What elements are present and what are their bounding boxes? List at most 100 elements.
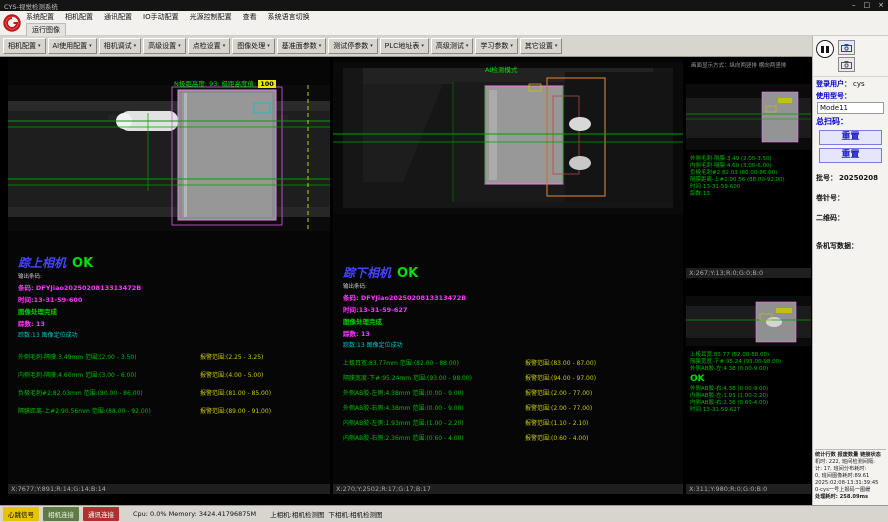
result-line: 时间:13-31-59-600 bbox=[690, 184, 785, 191]
batch-label: 批号： bbox=[816, 173, 837, 183]
dropdown-caret-icon: ▾ bbox=[89, 43, 92, 49]
thumbnail-image-upper[interactable] bbox=[686, 84, 811, 150]
camera-title: 踪上相机 bbox=[18, 254, 66, 271]
timestamp-text: 时间:13-31-59-600 bbox=[18, 294, 327, 304]
thumbnail-image-lower[interactable] bbox=[686, 296, 811, 346]
camera-view-lower[interactable]: AI检测模式 bbox=[333, 58, 683, 494]
statistics-line: 机时: 222, 班间检测间隔: bbox=[815, 459, 886, 466]
pixel-coordinates-upper: X:7677;Y:891;R:14;G:14;B:14 bbox=[8, 484, 330, 494]
toolbar-button-other-settings[interactable]: 其它设置▾ bbox=[520, 38, 563, 54]
minimize-button[interactable]: – bbox=[852, 0, 856, 11]
measurement-value: 内侧毛刺-隔膜:4.60mm 范围:(3.00 - 6.00) bbox=[18, 370, 200, 379]
camera-connection-badge: 相机连接 bbox=[43, 507, 79, 521]
camera-image-lower[interactable] bbox=[333, 62, 683, 214]
menu-item-light-control-config[interactable]: 光源控制配置 bbox=[190, 12, 232, 22]
toolbar-button-advanced-settings[interactable]: 高级设置▾ bbox=[143, 38, 186, 54]
status-bar: 心跳信号 相机连接 通讯连接 Cpu: 0.0% Memory: 3424.41… bbox=[0, 505, 888, 522]
tab-row: 运行图像 bbox=[26, 23, 66, 36]
toolbar-button-test-params[interactable]: 测试停参数▾ bbox=[328, 38, 378, 54]
toolbar-button-image-processing[interactable]: 图像处理▾ bbox=[232, 38, 275, 54]
toolbar-button-label: 高级测试 bbox=[436, 41, 464, 51]
model-field[interactable]: Mode11 bbox=[817, 102, 884, 114]
dropdown-caret-icon: ▾ bbox=[466, 43, 469, 49]
toolbar-button-plc-address-table[interactable]: PLC地址表▾ bbox=[380, 38, 429, 54]
menu-item-view[interactable]: 查看 bbox=[243, 12, 257, 22]
dropdown-caret-icon: ▾ bbox=[370, 43, 373, 49]
toolbar-button-label: AI使用配置 bbox=[53, 41, 88, 51]
camera-image-upper[interactable] bbox=[8, 85, 330, 231]
result-text-upper: 踪上相机 OK 输出条码: 条码: DFYJiao202502081331347… bbox=[18, 254, 327, 415]
alarm-range: 报警范围:(2.00 - 77.00) bbox=[525, 403, 592, 412]
statistics-line: 2025:02:08-13:31:39:45 bbox=[815, 480, 886, 487]
result-line: 负极毛刺#2:82.03 (80.00-86.00) bbox=[690, 170, 785, 177]
track-count: 踪数: 13 bbox=[343, 328, 680, 338]
measurement-value: 上极耳宽:83.77mm 范围:(82.00 - 88.00) bbox=[343, 358, 525, 367]
lower-camera-view-label: 下相机:相机检测图 bbox=[328, 509, 382, 519]
measurement-row: 内侧毛刺-隔膜:4.60mm 范围:(3.00 - 6.00)报警范围:(4.0… bbox=[18, 370, 327, 379]
window-title: CYS-视觉检测系统 bbox=[4, 1, 58, 11]
result-line: 内侧AB胶-右:2.36 (0.60-4.00) bbox=[690, 400, 768, 407]
display-mode-label: 画面显示方式：纵向两竖排 横向两竖排 bbox=[691, 61, 786, 69]
alarm-range: 报警范围:(94.00 - 97.00) bbox=[525, 373, 596, 382]
result-line: 外侧AB胶-右:4.38 (0.00-9.00) bbox=[690, 386, 768, 393]
menu-item-camera-config[interactable]: 相机配置 bbox=[65, 12, 93, 22]
statistics-block: 统计行数 报废数量 链接状态 机时: 222, 班间检测间隔: 计: 17, 班… bbox=[815, 449, 886, 501]
thumbnail-result-lines: 外侧毛刺-隔膜:3.49 (2.00-3.50) 内侧毛刺-隔膜:4.60 (3… bbox=[690, 156, 785, 198]
camera-view-upper[interactable]: N极距高度: 93. 极距高度值:100 bbox=[8, 58, 330, 494]
menu-item-language-switch[interactable]: 系统语言切换 bbox=[268, 12, 310, 22]
dropdown-caret-icon: ▾ bbox=[38, 43, 41, 49]
reset-button-1[interactable]: 重置 bbox=[819, 130, 882, 145]
total-scan-label: 总扫码： bbox=[816, 116, 848, 127]
pause-button[interactable] bbox=[816, 40, 834, 58]
toolbar-button-learning-params[interactable]: 学习参数▾ bbox=[475, 38, 518, 54]
thumbnail-result-lines: 上极耳宽:83.77 (82.00-88.00) 隔膜宽度-下#:95.24 (… bbox=[690, 352, 781, 373]
toolbar-button-label: 测试停参数 bbox=[333, 41, 368, 51]
ok-status: OK bbox=[72, 256, 93, 271]
toolbar-button-ai-config[interactable]: AI使用配置▾ bbox=[48, 38, 97, 54]
toolbar-button-advanced-test[interactable]: 高级测试▾ bbox=[431, 38, 474, 54]
toolbar-button-label: 其它设置 bbox=[525, 41, 553, 51]
login-value: cys bbox=[853, 80, 865, 88]
measurement-value: 外侧毛刺-隔膜:3.49mm 范围:(2.00 - 3.50) bbox=[18, 352, 200, 361]
annotation-upper: N极距高度: 93. 极距高度值:100 bbox=[174, 78, 276, 88]
result-line: 上极耳宽:83.77 (82.00-88.00) bbox=[690, 352, 781, 359]
thumbnail-upper[interactable]: 外侧毛刺-隔膜:3.49 (2.00-3.50) 内侧毛刺-隔膜:4.60 (3… bbox=[686, 72, 811, 278]
camera-layout-toggle-1-icon[interactable] bbox=[838, 40, 855, 55]
toolbar-button-spot-check[interactable]: 点检设置▾ bbox=[188, 38, 231, 54]
thumbnail-lower[interactable]: 上极耳宽:83.77 (82.00-88.00) 隔膜宽度-下#:95.24 (… bbox=[686, 278, 811, 494]
menu-item-comm-config[interactable]: 通讯配置 bbox=[104, 12, 132, 22]
processing-time: 处理耗时: 258.09ms bbox=[815, 494, 886, 501]
result-text-lower: 踪下相机 OK 输出条码: 条码: DFYJiao202502081331347… bbox=[343, 264, 680, 442]
camera-title: 踪下相机 bbox=[343, 264, 391, 281]
alarm-range: 报警范围:(0.60 - 4.00) bbox=[525, 433, 588, 442]
toolbar-button-label: 高级设置 bbox=[148, 41, 176, 51]
side-panel: 登录用户：cys 使用型号： Mode11 总扫码： 重置 重置 批号：2025… bbox=[812, 36, 888, 505]
toolbar-button-label: 基准面参数 bbox=[282, 41, 317, 51]
batch-value: 20250208 bbox=[839, 174, 878, 182]
app-window: CYS-视觉检测系统 – □ × 系统配置 相机配置 通讯配置 IO手动配置 光… bbox=[0, 0, 888, 522]
timestamp-text: 时间:13-31-59-627 bbox=[343, 304, 680, 314]
result-line: 外侧AB胶-左:4.38 (0.00-9.00) bbox=[690, 366, 781, 373]
measurement-value: 内侧AB胶-右侧:2.36mm 范围:(0.60 - 4.00) bbox=[343, 433, 525, 442]
pixel-coordinates-thumb-lower: X:311;Y:980;R:0;G:0;B:0 bbox=[686, 484, 811, 494]
alarm-range: 报警范围:(83.00 - 87.00) bbox=[525, 358, 596, 367]
reset-button-2[interactable]: 重置 bbox=[819, 148, 882, 163]
tab-run-image[interactable]: 运行图像 bbox=[26, 23, 66, 36]
ok-status: OK bbox=[397, 266, 418, 281]
alarm-range: 报警范围:(1.10 - 2.10) bbox=[525, 418, 588, 427]
measurement-row: 负极毛刺#2:82.03mm 范围:(80.00 - 86.00)报警范围:(8… bbox=[18, 388, 327, 397]
result-line: 踪数:13 bbox=[690, 191, 785, 198]
dropdown-caret-icon: ▾ bbox=[267, 43, 270, 49]
main-area: N极距高度: 93. 极距高度值:100 bbox=[0, 57, 812, 505]
menu-item-io-manual-config[interactable]: IO手动配置 bbox=[143, 12, 179, 22]
measurement-row: 外侧AB胶-右侧:4.38mm 范围:(0.00 - 9.00)报警范围:(2.… bbox=[343, 403, 680, 412]
menu-item-system-config[interactable]: 系统配置 bbox=[26, 12, 54, 22]
toolbar-button-camera-config[interactable]: 相机配置▾ bbox=[3, 38, 46, 54]
close-button[interactable]: × bbox=[878, 0, 884, 11]
camera-layout-toggle-2-icon[interactable] bbox=[838, 57, 855, 72]
maximize-button[interactable]: □ bbox=[864, 0, 871, 11]
dropdown-caret-icon: ▾ bbox=[223, 43, 226, 49]
toolbar-button-datum-params[interactable]: 基准面参数▾ bbox=[277, 38, 327, 54]
toolbar-button-camera-debug[interactable]: 相机调试▾ bbox=[99, 38, 142, 54]
statistics-header: 统计行数 报废数量 链接状态 bbox=[815, 452, 886, 459]
